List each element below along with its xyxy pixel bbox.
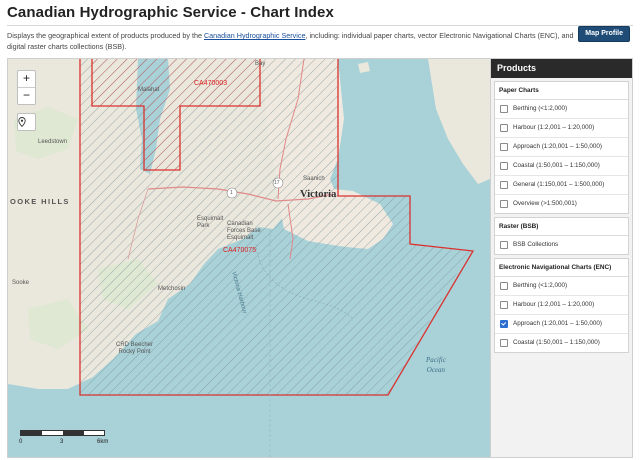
- scale-segment: [21, 431, 42, 435]
- product-option[interactable]: Coastal (1:50,001 – 1:150,000): [495, 334, 628, 352]
- product-option-label: Harbour (1:2,001 – 1:20,000): [513, 301, 595, 308]
- product-option[interactable]: Approach (1:20,001 – 1:50,000): [495, 315, 628, 334]
- product-option-label: General (1:150,001 – 1:500,000): [513, 181, 605, 188]
- product-group: Electronic Navigational Charts (ENC) Bert…: [494, 258, 629, 353]
- map-canvas[interactable]: [8, 59, 490, 457]
- product-group: Raster (BSB) BSB Collections: [494, 217, 629, 255]
- product-option-label: Coastal (1:50,001 – 1:150,000): [513, 339, 600, 346]
- product-group-title: Raster (BSB): [495, 218, 628, 236]
- highway-1-number: 1: [230, 190, 233, 196]
- label-hills: OOKE HILLS: [10, 197, 70, 206]
- location-pin-glyph: [18, 117, 26, 127]
- chart-label-ca470003: CA470003: [194, 80, 228, 87]
- product-option-label: Approach (1:20,001 – 1:50,000): [513, 320, 602, 327]
- land-small-island: [358, 62, 370, 73]
- product-option[interactable]: Berthing (<1:2,000): [495, 277, 628, 296]
- page-description: Displays the geographical extent of prod…: [7, 31, 575, 52]
- label-rocky-point: CRD Beecher Rocky Point: [116, 342, 154, 355]
- land-east-island: [428, 59, 490, 184]
- product-option[interactable]: General (1:150,001 – 1:500,000): [495, 176, 628, 195]
- description-text-start: Displays the geographical extent of prod…: [7, 31, 204, 40]
- product-option[interactable]: Coastal (1:50,001 – 1:150,000): [495, 157, 628, 176]
- product-option[interactable]: Berthing (<1:2,000): [495, 100, 628, 119]
- product-group: Paper Charts Berthing (<1:2,000) Harbour (…: [494, 81, 629, 214]
- zoom-out-button[interactable]: −: [18, 87, 35, 104]
- product-option[interactable]: Harbour (1:2,001 – 1:20,000): [495, 119, 628, 138]
- product-option-label: Berthing (<1:2,000): [513, 105, 568, 112]
- product-checkbox[interactable]: [500, 200, 508, 208]
- title-divider: [7, 25, 633, 26]
- label-malahat: Malahat: [138, 87, 160, 93]
- product-option-label: BSB Collections: [513, 241, 559, 248]
- products-list: Paper Charts Berthing (<1:2,000) Harbour (…: [491, 78, 632, 359]
- chart-label-ca470075: CA470075: [223, 247, 257, 254]
- product-checkbox[interactable]: [500, 282, 508, 290]
- label-esquimalt-park: Esquimalt Park: [197, 216, 224, 229]
- product-checkbox[interactable]: [500, 162, 508, 170]
- scale-label-0: 0: [19, 439, 23, 445]
- page-title: Canadian Hydrographic Service - Chart In…: [7, 4, 334, 21]
- scale-label-6km: 6km: [97, 439, 109, 445]
- product-checkbox[interactable]: [500, 301, 508, 309]
- scale-segment: [63, 431, 84, 435]
- product-checkbox[interactable]: [500, 181, 508, 189]
- product-checkbox[interactable]: [500, 124, 508, 132]
- product-option[interactable]: Overview (>1:500,001): [495, 195, 628, 213]
- product-group-title: Electronic Navigational Charts (ENC): [495, 259, 628, 277]
- product-option-label: Berthing (<1:2,000): [513, 282, 568, 289]
- scale-label-3: 3: [60, 439, 64, 445]
- location-pin-icon[interactable]: [17, 113, 36, 131]
- product-option[interactable]: Approach (1:20,001 – 1:50,000): [495, 138, 628, 157]
- map-view[interactable]: CA470003 CA470075 Victoria Saanich OOKE …: [7, 58, 491, 458]
- label-metchosin: Metchosin: [158, 286, 186, 292]
- products-panel-header: Products: [491, 59, 632, 78]
- label-cfb-esquimalt: Canadian Forces Base Esquimalt: [227, 221, 261, 241]
- product-group-title: Paper Charts: [495, 82, 628, 100]
- zoom-control: + −: [17, 70, 36, 105]
- map-profile-button[interactable]: Map Profile: [578, 26, 630, 42]
- product-option-label: Coastal (1:50,001 – 1:150,000): [513, 162, 600, 169]
- label-victoria: Victoria: [300, 189, 337, 200]
- product-option[interactable]: Harbour (1:2,001 – 1:20,000): [495, 296, 628, 315]
- product-checkbox[interactable]: [500, 339, 508, 347]
- products-panel-scroll[interactable]: Paper Charts Berthing (<1:2,000) Harbour (…: [491, 78, 632, 457]
- label-bay: Bay: [255, 61, 266, 67]
- highway-17-number: 17: [274, 180, 280, 186]
- zoom-in-button[interactable]: +: [18, 71, 35, 87]
- product-option[interactable]: BSB Collections: [495, 236, 628, 254]
- product-checkbox[interactable]: [500, 241, 508, 249]
- scale-bar: [20, 430, 105, 436]
- product-checkbox[interactable]: [500, 320, 508, 328]
- label-sooke: Sooke: [12, 280, 30, 286]
- product-option-label: Overview (>1:500,001): [513, 200, 577, 207]
- products-panel: Products Paper Charts Berthing (<1:2,000)…: [490, 58, 633, 458]
- label-leedstown: Leedstown: [38, 139, 68, 145]
- product-checkbox[interactable]: [500, 143, 508, 151]
- label-saanich: Saanich: [303, 176, 325, 182]
- product-checkbox[interactable]: [500, 105, 508, 113]
- product-option-label: Approach (1:20,001 – 1:50,000): [513, 143, 602, 150]
- chs-link[interactable]: Canadian Hydrographic Service: [204, 31, 305, 40]
- label-pacific-ocean: Pacific Ocean: [426, 356, 446, 374]
- product-option-label: Harbour (1:2,001 – 1:20,000): [513, 124, 595, 131]
